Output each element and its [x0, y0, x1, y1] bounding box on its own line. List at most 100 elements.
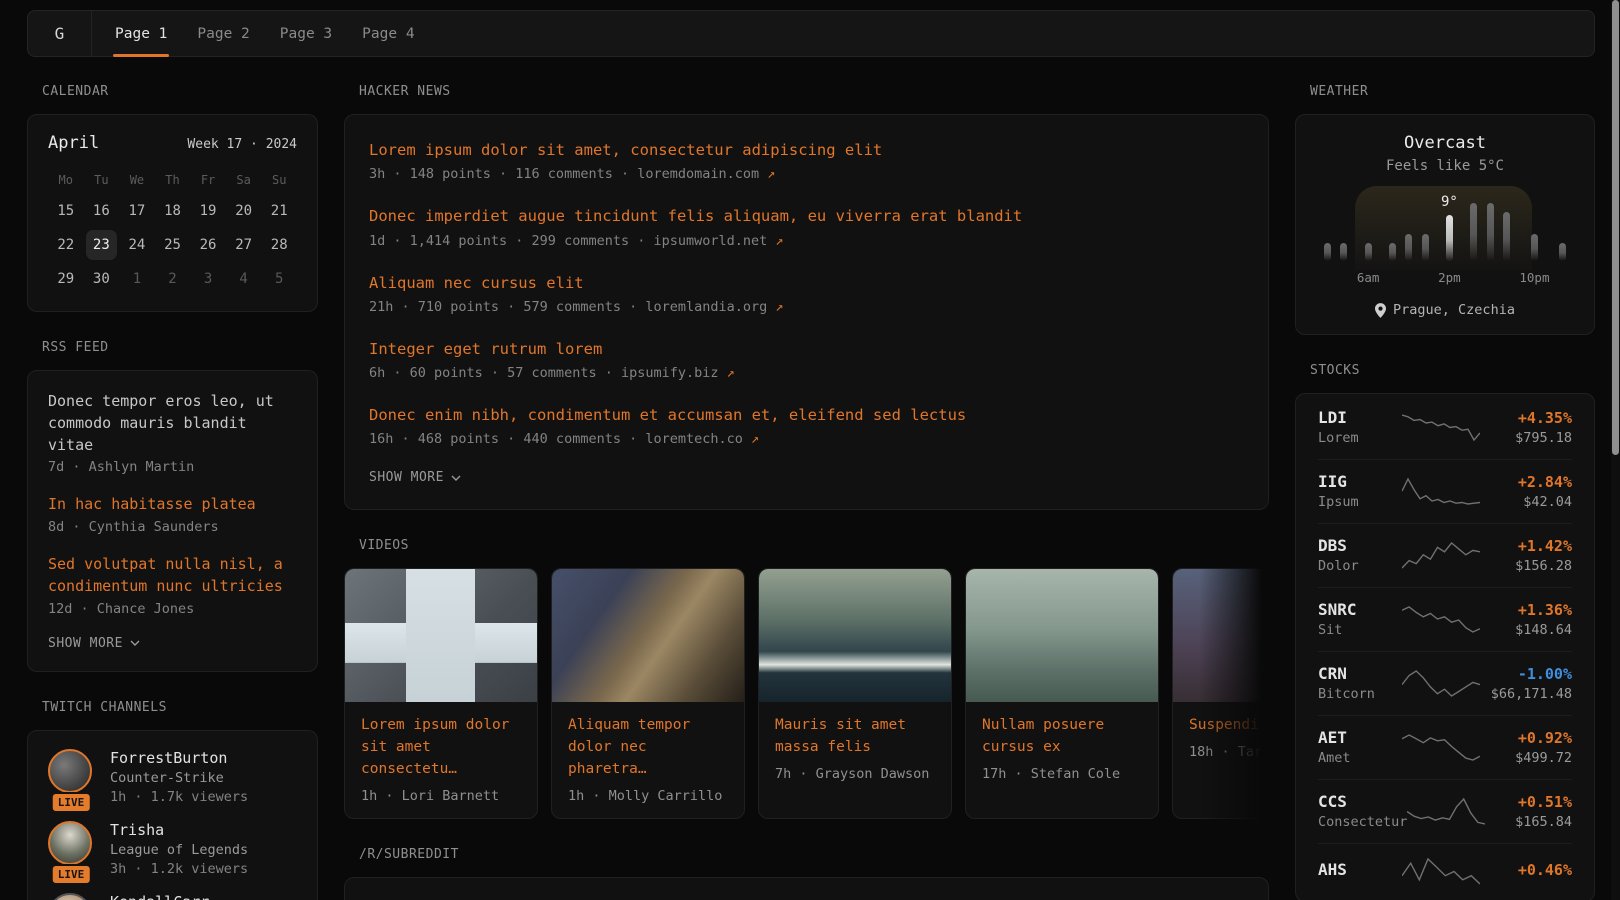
hackernews-card: Lorem ipsum dolor sit amet, consectetur …	[344, 114, 1269, 510]
video-card[interactable]: Nullam posuere cursus ex 17h · Stefan Co…	[965, 568, 1159, 818]
video-meta: 7h · Grayson Dawson	[759, 759, 951, 796]
weather-condition: Overcast	[1322, 133, 1568, 153]
weather-hour-bar	[1324, 243, 1331, 261]
rss-item-title[interactable]: In hac habitasse platea	[48, 494, 297, 516]
hn-item: Aliquam nec cursus elit 21h · 710 points…	[369, 272, 1244, 315]
hn-item-meta: 6h · 60 points · 57 comments · ipsumify.…	[369, 365, 1244, 381]
hn-item-meta: 16h · 468 points · 440 comments · loremt…	[369, 431, 1244, 447]
weather-hour-bar	[1340, 243, 1347, 261]
stock-sparkline	[1402, 412, 1480, 442]
hn-item-title[interactable]: Aliquam nec cursus elit	[369, 272, 1244, 295]
twitch-channel-game: League of Legends	[110, 842, 248, 858]
weather-feels-like: Feels like 5°C	[1322, 158, 1568, 174]
tab-page-4[interactable]: Page 4	[347, 11, 429, 56]
weather-time-label: 6am	[1357, 270, 1380, 294]
stock-name: Dolor	[1318, 558, 1402, 574]
stocks-section-label: STOCKS	[1310, 363, 1595, 378]
weather-hour-column	[1405, 190, 1412, 294]
stock-row[interactable]: IIGIpsum +2.84%$42.04	[1318, 459, 1572, 523]
calendar-day-24: 24	[121, 230, 153, 260]
hn-item-title[interactable]: Integer eget rutrum lorem	[369, 338, 1244, 361]
video-meta: 17h · Stefan Cole	[966, 759, 1158, 796]
hn-meta-text: 3h · 148 points · 116 comments · loremdo…	[369, 166, 759, 182]
calendar-day-30: 30	[86, 264, 118, 294]
twitch-widget: TWITCH CHANNELS LIVE ForrestBurton Count…	[27, 700, 318, 900]
video-title[interactable]: Aliquam tempor dolor nec pharetra…	[552, 702, 744, 780]
avatar[interactable]	[48, 893, 92, 900]
avatar[interactable]	[48, 821, 92, 865]
video-card[interactable]: Suspendisse diam 18h · Tara	[1172, 568, 1269, 818]
stock-symbol: IIG	[1318, 472, 1402, 491]
stock-price: $66,171.48	[1480, 686, 1572, 702]
twitch-channel-name[interactable]: Trisha	[110, 821, 248, 839]
weather-location: Prague, Czechia	[1393, 302, 1515, 318]
stock-symbol: CRN	[1318, 664, 1402, 683]
video-title[interactable]: Nullam posuere cursus ex	[966, 702, 1158, 759]
rss-item-title[interactable]: Sed volutpat nulla nisl, a condimentum n…	[48, 554, 297, 598]
video-thumbnail[interactable]	[1173, 569, 1269, 702]
hn-item-meta: 1d · 1,414 points · 299 comments · ipsum…	[369, 233, 1244, 249]
video-title[interactable]: Mauris sit amet massa felis	[759, 702, 951, 759]
rss-show-more-button[interactable]: SHOW MORE	[48, 636, 297, 651]
stock-change: +2.84%	[1480, 473, 1572, 491]
hn-meta-text: 1d · 1,414 points · 299 comments · ipsum…	[369, 233, 767, 249]
tab-page-3[interactable]: Page 3	[265, 11, 347, 56]
hn-item-title[interactable]: Donec enim nibh, condimentum et accumsan…	[369, 404, 1244, 427]
twitch-channel-name[interactable]: KendallCarr	[110, 893, 209, 900]
hn-meta-text: 6h · 60 points · 57 comments · ipsumify.…	[369, 365, 719, 381]
video-card[interactable]: Aliquam tempor dolor nec pharetra… 1h · …	[551, 568, 745, 818]
stock-row[interactable]: AHS +0.46%	[1318, 843, 1572, 899]
scrollbar-thumb[interactable]	[1612, 0, 1619, 455]
stock-row[interactable]: DBSDolor +1.42%$156.28	[1318, 523, 1572, 587]
stock-row[interactable]: AETAmet +0.92%$499.72	[1318, 715, 1572, 779]
video-thumbnail[interactable]	[552, 569, 744, 702]
video-thumbnail[interactable]	[759, 569, 951, 702]
video-thumbnail[interactable]	[345, 569, 537, 702]
tab-page-1[interactable]: Page 1	[100, 11, 182, 56]
twitch-section-label: TWITCH CHANNELS	[42, 700, 318, 715]
weather-hour-column	[1559, 190, 1566, 294]
avatar[interactable]	[48, 749, 92, 793]
video-title[interactable]: Suspendisse diam	[1173, 702, 1269, 737]
stock-change: +1.42%	[1480, 537, 1572, 555]
weather-hour-bar	[1365, 243, 1372, 261]
middle-column: HACKER NEWS Lorem ipsum dolor sit amet, …	[344, 84, 1269, 900]
stock-row[interactable]: LDILorem +4.35%$795.18	[1318, 396, 1572, 459]
calendar-card: April Week 17 · 2024 Mo Tu We Th Fr Sa S…	[27, 114, 318, 312]
videos-widget: VIDEOS Lorem ipsum dolor sit amet consec…	[344, 538, 1269, 818]
external-link-icon: ↗	[775, 233, 783, 249]
app-logo[interactable]: G	[28, 11, 92, 56]
stock-price: $42.04	[1480, 494, 1572, 510]
weather-location-row: Prague, Czechia	[1322, 302, 1568, 318]
weekday-label: Su	[261, 167, 297, 195]
stock-row[interactable]: CRNBitcorn -1.00%$66,171.48	[1318, 651, 1572, 715]
chevron-down-icon	[451, 473, 461, 483]
twitch-channel-name[interactable]: ForrestBurton	[110, 749, 248, 767]
scrollbar[interactable]	[1611, 0, 1620, 900]
video-thumbnail[interactable]	[966, 569, 1158, 702]
weather-hour-column	[1340, 190, 1347, 294]
hn-item-title[interactable]: Donec imperdiet augue tincidunt felis al…	[369, 205, 1244, 228]
calendar-day-15: 15	[50, 196, 82, 226]
calendar-day-16: 16	[86, 196, 118, 226]
stock-change: +4.35%	[1480, 409, 1572, 427]
rss-item-title[interactable]: Donec tempor eros leo, ut commodo mauris…	[48, 391, 297, 456]
stock-row[interactable]: SNRCSit +1.36%$148.64	[1318, 587, 1572, 651]
hn-show-more-button[interactable]: SHOW MORE	[369, 470, 1244, 485]
stock-row[interactable]: CCSConsectetur +0.51%$165.84	[1318, 779, 1572, 843]
stock-sparkline	[1402, 604, 1480, 634]
tab-page-2[interactable]: Page 2	[182, 11, 264, 56]
hn-item-meta: 21h · 710 points · 579 comments · loreml…	[369, 299, 1244, 315]
video-title[interactable]: Lorem ipsum dolor sit amet consectetu…	[345, 702, 537, 780]
video-card[interactable]: Lorem ipsum dolor sit amet consectetu… 1…	[344, 568, 538, 818]
rss-item: In hac habitasse platea 8d · Cynthia Sau…	[48, 494, 297, 535]
calendar-widget: CALENDAR April Week 17 · 2024 Mo Tu We T…	[27, 84, 318, 312]
hn-item-meta: 3h · 148 points · 116 comments · loremdo…	[369, 166, 1244, 182]
weekday-label: Tu	[84, 167, 120, 195]
calendar-day-17: 17	[121, 196, 153, 226]
rss-widget: RSS FEED Donec tempor eros leo, ut commo…	[27, 340, 318, 672]
stock-sparkline	[1402, 476, 1480, 506]
twitch-channel-game: Counter-Strike	[110, 770, 248, 786]
video-card[interactable]: Mauris sit amet massa felis 7h · Grayson…	[758, 568, 952, 818]
hn-item-title[interactable]: Lorem ipsum dolor sit amet, consectetur …	[369, 139, 1244, 162]
